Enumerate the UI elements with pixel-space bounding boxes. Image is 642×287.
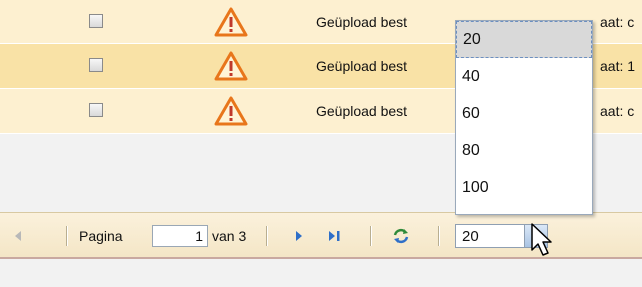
row-message: Geüpload best	[316, 13, 408, 30]
page-size-option[interactable]: 60	[456, 95, 592, 132]
arrow-left-icon	[15, 231, 21, 241]
page-size-option[interactable]: 20	[456, 21, 592, 58]
next-page-button[interactable]	[289, 227, 309, 245]
previous-page-button[interactable]	[8, 227, 28, 245]
page-label: Pagina	[79, 228, 123, 244]
arrow-right-icon	[296, 231, 302, 241]
toolbar-separator	[266, 226, 268, 246]
warning-icon	[214, 96, 248, 126]
row-message-tail: aat: c	[600, 13, 635, 30]
warning-icon	[214, 51, 248, 81]
row-message: Geüpload best	[316, 103, 408, 119]
row-message-tail: aat: c	[600, 103, 635, 119]
row-message-tail: aat: 1	[600, 58, 636, 74]
toolbar-separator	[66, 226, 68, 246]
refresh-button[interactable]	[391, 227, 411, 245]
page-size-option[interactable]: 40	[456, 58, 592, 95]
toolbar-separator	[438, 226, 440, 246]
row-checkbox[interactable]	[89, 13, 103, 28]
page-number-input[interactable]: 1	[152, 225, 208, 247]
last-page-button[interactable]	[325, 227, 345, 245]
page-size-value: 20	[462, 228, 479, 245]
row-checkbox[interactable]	[89, 58, 103, 72]
refresh-icon	[393, 228, 409, 244]
page-size-dropdown: 20 40 60 80 100	[455, 20, 593, 215]
page-size-option[interactable]: 80	[456, 132, 592, 169]
toolbar-separator	[370, 226, 372, 246]
warning-icon	[214, 7, 248, 36]
mouse-cursor-icon	[531, 223, 552, 256]
page-count-label: van 3	[212, 228, 247, 244]
row-checkbox[interactable]	[89, 103, 103, 117]
arrow-last-icon	[329, 231, 340, 241]
panel-background	[0, 259, 642, 287]
page-size-option[interactable]: 100	[456, 169, 592, 206]
row-message: Geüpload best	[316, 58, 408, 74]
